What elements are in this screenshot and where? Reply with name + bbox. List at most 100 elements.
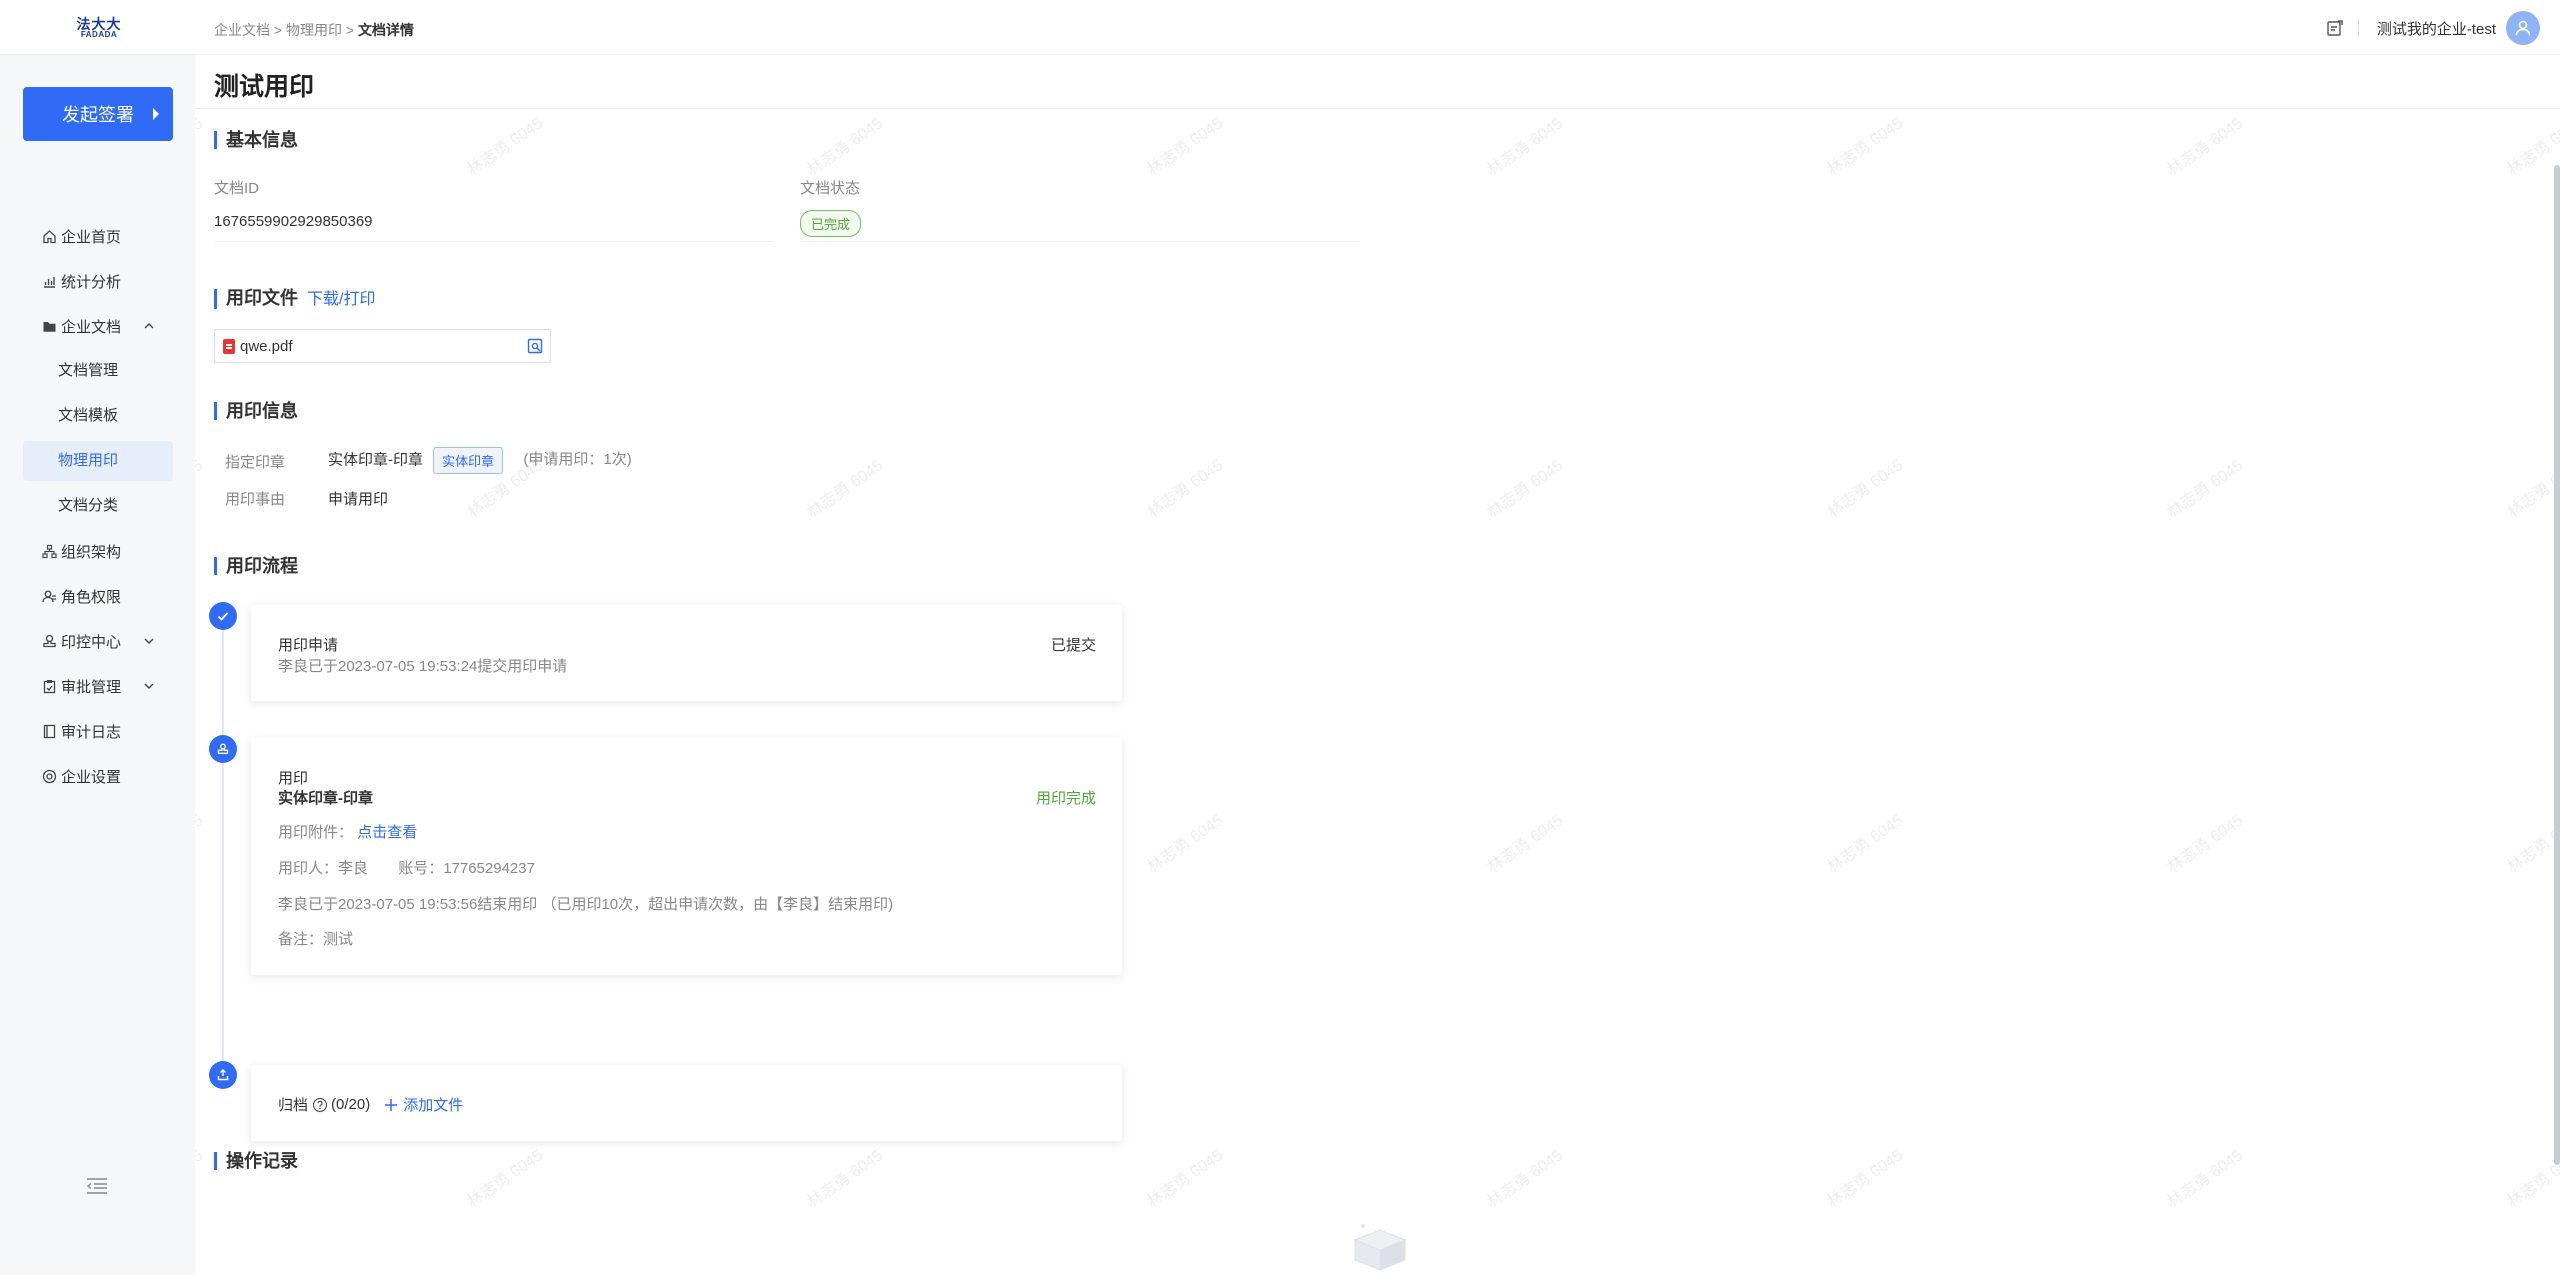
watermark: 林志勇 6045 <box>195 114 207 179</box>
company-name[interactable]: 测试我的企业-test <box>2377 18 2496 39</box>
watermark: 林志勇 6045 <box>804 1146 887 1212</box>
seal-type-tag: 实体印章 <box>433 447 504 474</box>
breadcrumb-sep: > <box>345 22 355 38</box>
sidebar-item-label: 印控中心 <box>61 633 122 651</box>
watermark: 林志勇 6045 <box>1144 114 1227 180</box>
watermark: 林志勇 6045 <box>1484 456 1567 522</box>
step-status: 已提交 <box>1050 637 1096 654</box>
step-title: 用印申请 <box>278 637 339 654</box>
watermark: 林志勇 6045 <box>2164 114 2247 180</box>
breadcrumb-item-current: 文档详情 <box>357 22 414 38</box>
chevron-up-icon <box>144 323 154 329</box>
sidebar-item-stats[interactable]: 统计分析 <box>23 261 173 301</box>
watermark: 林志勇 6045 <box>2504 114 2560 180</box>
header-right: 测试我的企业-test <box>2326 11 2540 45</box>
doc-id-label: 文档ID <box>214 180 260 197</box>
sidebar-item-physical-seal[interactable]: 物理用印 <box>23 441 173 481</box>
step-status: 用印完成 <box>1035 790 1096 807</box>
home-icon <box>41 228 57 244</box>
view-attachment-link[interactable]: 点击查看 <box>357 824 417 841</box>
start-sign-label: 发起签署 <box>62 105 134 125</box>
reason-label: 用印事由 <box>225 491 286 508</box>
watermark: 林志勇 6045 <box>195 1146 207 1211</box>
scrollbar[interactable] <box>2554 165 2560 1165</box>
user-icon <box>2515 20 2531 36</box>
seal-user-row: 用印人：李良 账号：17765294237 <box>278 857 535 878</box>
step-seal-name: 实体印章-印章 <box>278 790 373 807</box>
seal-account: 账号：17765294237 <box>398 860 535 877</box>
sidebar-item-label: 企业文档 <box>61 318 122 336</box>
add-file-label: 添加文件 <box>403 1097 464 1114</box>
sidebar-item-roles[interactable]: 角色权限 <box>23 576 173 616</box>
sidebar-item-seal-center[interactable]: 印控中心 <box>23 621 173 661</box>
preview-icon[interactable] <box>527 338 544 355</box>
sidebar-item-label: 企业设置 <box>61 768 122 786</box>
sidebar-item-docs[interactable]: 企业文档 <box>23 306 173 346</box>
collapse-menu-icon[interactable] <box>86 1177 108 1195</box>
sidebar-item-audit[interactable]: 审计日志 <box>23 711 173 751</box>
logo[interactable]: 法大大 FADADA <box>76 17 122 39</box>
file-name[interactable]: qwe.pdf <box>240 338 293 355</box>
sidebar-item-doc-manage[interactable]: 文档管理 <box>23 351 173 391</box>
folder-icon <box>41 318 57 334</box>
watermark: 林志勇 6045 <box>1484 114 1567 180</box>
flow-card-seal: 用印 实体印章-印章 用印完成 用印附件： 点击查看 用印人：李良 账号：177… <box>251 738 1122 975</box>
chart-icon <box>41 273 57 289</box>
sidebar-item-approval[interactable]: 审批管理 <box>23 666 173 706</box>
flow-card-archive: 归档 (0/20) 添加文件 <box>251 1065 1122 1141</box>
main-content: 林志勇 6045 林志勇 6045 林志勇 6045 林志勇 6045 林志勇 … <box>195 55 2560 1275</box>
caret-right-icon <box>153 108 159 120</box>
pdf-file-icon <box>223 338 235 354</box>
page-title: 测试用印 <box>214 73 315 101</box>
watermark: 林志勇 6045 <box>1824 114 1907 180</box>
sidebar-item-home[interactable]: 企业首页 <box>23 216 173 256</box>
seal-label: 指定印章 <box>225 454 286 471</box>
archive-title: 归档 <box>278 1097 309 1114</box>
sidebar-item-doc-template[interactable]: 文档模板 <box>23 396 173 436</box>
sidebar-item-doc-category[interactable]: 文档分类 <box>23 486 173 526</box>
seal-icon <box>41 633 57 649</box>
top-header: 法大大 FADADA 企业文档 > 物理用印 > 文档详情 测试我的企业-tes… <box>0 0 2560 55</box>
archive-row: 归档 (0/20) 添加文件 <box>278 1094 463 1115</box>
step-remark: 备注：测试 <box>278 931 354 948</box>
org-icon <box>41 543 57 559</box>
timeline-archive-icon <box>209 1061 237 1089</box>
timeline-stamp-icon <box>209 735 237 763</box>
breadcrumb-sep: > <box>273 22 283 38</box>
chevron-down-icon <box>144 638 154 644</box>
sidebar-item-label: 角色权限 <box>61 588 122 606</box>
todo-edit-icon[interactable] <box>2326 19 2344 37</box>
section-seal-info: 用印信息 <box>214 402 298 420</box>
breadcrumb-item-physical-seal[interactable]: 物理用印 <box>286 22 342 38</box>
timeline-check-icon <box>209 602 237 630</box>
header-divider <box>2357 20 2359 36</box>
download-print-link[interactable]: 下载/打印 <box>307 291 375 308</box>
sidebar-item-settings[interactable]: 企业设置 <box>23 756 173 796</box>
watermark: 林志勇 6045 <box>2504 457 2560 522</box>
seal-name: 实体印章-印章 <box>328 451 423 469</box>
chevron-down-icon <box>144 683 154 689</box>
section-title-text: 用印文件 <box>226 288 298 308</box>
help-icon[interactable] <box>312 1097 328 1113</box>
sidebar-item-label: 组织架构 <box>61 543 122 561</box>
section-operation-log: 操作记录 <box>214 1152 298 1170</box>
doc-status-label: 文档状态 <box>800 180 861 197</box>
section-seal-flow: 用印流程 <box>214 557 298 575</box>
watermark: 林志勇 6045 <box>1144 1146 1227 1212</box>
sidebar-item-org[interactable]: 组织架构 <box>23 531 173 571</box>
add-file-button[interactable]: 添加文件 <box>384 1094 463 1115</box>
field-divider <box>214 241 774 242</box>
sidebar-item-label: 企业首页 <box>61 228 122 246</box>
section-basic-info: 基本信息 <box>214 131 298 149</box>
empty-box-icon <box>1353 1224 1407 1270</box>
avatar[interactable] <box>2506 11 2540 45</box>
attachment-label: 用印附件： <box>278 824 354 841</box>
timeline-line <box>222 622 224 1075</box>
start-sign-button[interactable]: 发起签署 <box>23 87 173 141</box>
watermark: 林志勇 6045 <box>1824 456 1907 522</box>
breadcrumb-item-docs[interactable]: 企业文档 <box>214 22 270 38</box>
watermark: 林志勇 6045 <box>1144 456 1227 522</box>
file-item[interactable]: qwe.pdf <box>214 329 551 363</box>
watermark: 林志勇 6045 <box>2504 812 2560 877</box>
attachment-row: 用印附件： 点击查看 <box>278 821 417 842</box>
